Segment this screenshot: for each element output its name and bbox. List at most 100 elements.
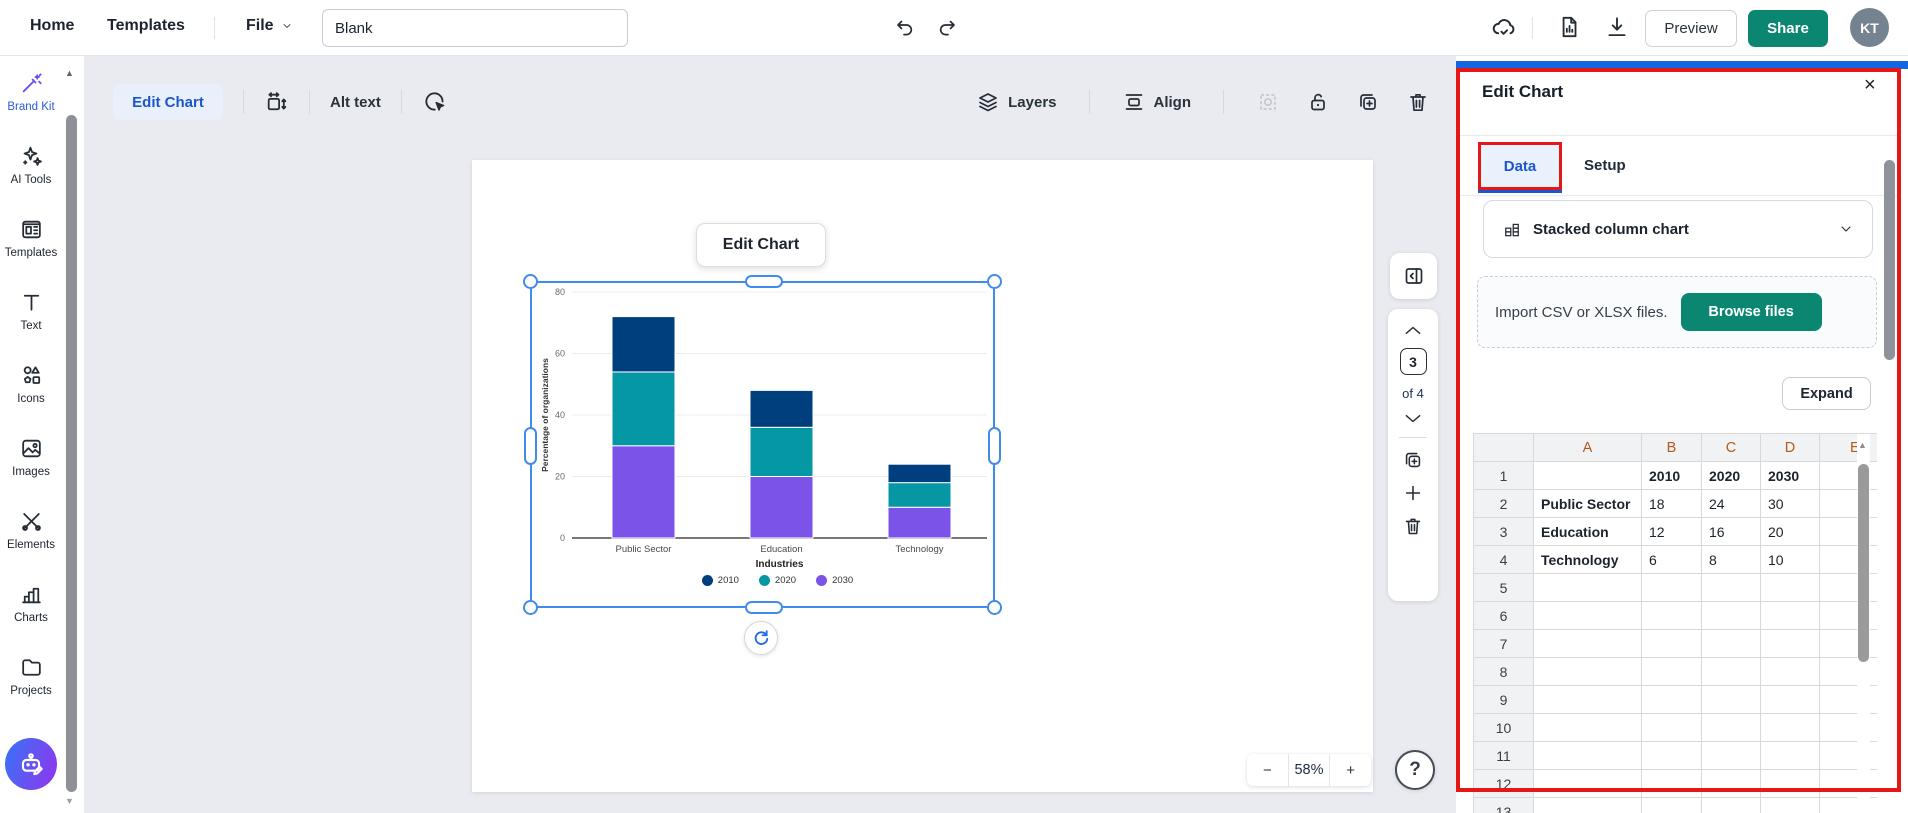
cloud-sync-button[interactable]: [1490, 14, 1518, 42]
sheet-cell[interactable]: [1534, 742, 1642, 770]
sheet-cell[interactable]: [1761, 770, 1820, 798]
sheet-cell[interactable]: [1642, 798, 1702, 813]
stacked-column-chart[interactable]: 020406080Public SectorEducationTechnolog…: [532, 283, 997, 610]
sheet-cell[interactable]: [1761, 798, 1820, 813]
sidebar-item-charts[interactable]: Charts: [0, 567, 62, 640]
sheet-cell[interactable]: [1534, 658, 1642, 686]
sheet-cell[interactable]: 20: [1761, 518, 1820, 546]
scroll-up-arrow[interactable]: ▲: [65, 68, 74, 78]
ai-assistant-button[interactable]: [5, 738, 57, 790]
sheet-cell[interactable]: [1702, 658, 1761, 686]
sheet-cell[interactable]: [1761, 602, 1820, 630]
page-up-button[interactable]: [1403, 323, 1423, 337]
sidebar-item-ai-tools[interactable]: AI Tools: [0, 129, 62, 202]
sheet-cell[interactable]: [1534, 574, 1642, 602]
sheet-cell[interactable]: [1534, 630, 1642, 658]
panel-scrollbar[interactable]: [1884, 160, 1895, 360]
user-avatar[interactable]: KT: [1850, 8, 1889, 47]
sheet-cell[interactable]: 2030: [1761, 462, 1820, 490]
templates-link[interactable]: Templates: [107, 17, 185, 35]
sheet-cell[interactable]: [1702, 630, 1761, 658]
expand-table-button[interactable]: Expand: [1782, 377, 1871, 410]
resize-button[interactable]: [264, 90, 289, 115]
sheet-cell[interactable]: [1761, 630, 1820, 658]
sheet-cell[interactable]: [1761, 714, 1820, 742]
tab-data[interactable]: Data: [1478, 142, 1562, 190]
rotate-button[interactable]: [744, 621, 778, 655]
row-header[interactable]: 4: [1474, 546, 1534, 574]
close-panel-button[interactable]: ×: [1864, 74, 1876, 97]
row-header[interactable]: 11: [1474, 742, 1534, 770]
add-page-button[interactable]: [1402, 482, 1424, 504]
current-page-box[interactable]: 3: [1400, 348, 1427, 375]
row-header[interactable]: 3: [1474, 518, 1534, 546]
delete-button[interactable]: [1406, 90, 1430, 114]
row-header[interactable]: 2: [1474, 490, 1534, 518]
table-scrollbar[interactable]: ▲: [1857, 433, 1870, 813]
resize-handle-sw[interactable]: [523, 600, 538, 615]
sidebar-item-templates[interactable]: Templates: [0, 202, 62, 275]
sheet-cell[interactable]: [1761, 658, 1820, 686]
zoom-out-button[interactable]: −: [1247, 754, 1289, 786]
sidebar-item-brand-kit[interactable]: Brand Kit: [0, 56, 62, 129]
resize-handle-e[interactable]: [988, 427, 1001, 465]
sidebar-item-text[interactable]: Text: [0, 275, 62, 348]
sidebar-item-images[interactable]: Images: [0, 421, 62, 494]
row-header[interactable]: 5: [1474, 574, 1534, 602]
sheet-cell[interactable]: 18: [1642, 490, 1702, 518]
download-button[interactable]: [1604, 14, 1630, 40]
interaction-button[interactable]: [422, 89, 448, 115]
doc-report-button[interactable]: [1556, 14, 1582, 40]
sheet-cell[interactable]: 2020: [1702, 462, 1761, 490]
sheet-cell[interactable]: [1642, 770, 1702, 798]
delete-page-button[interactable]: [1402, 515, 1424, 537]
sheet-cell[interactable]: [1642, 630, 1702, 658]
edit-chart-toolbar-button[interactable]: Edit Chart: [113, 84, 223, 120]
sheet-cell[interactable]: [1761, 742, 1820, 770]
sheet-cell[interactable]: [1702, 602, 1761, 630]
sheet-cell[interactable]: 8: [1702, 546, 1761, 574]
sheet-cell[interactable]: [1702, 714, 1761, 742]
redo-button[interactable]: [935, 15, 963, 41]
scroll-down-arrow[interactable]: ▼: [65, 796, 74, 806]
document-title-input[interactable]: [322, 9, 628, 47]
sheet-cell[interactable]: [1642, 714, 1702, 742]
file-menu[interactable]: File: [246, 17, 293, 35]
sheet-cell[interactable]: 6: [1642, 546, 1702, 574]
duplicate-page-button[interactable]: [1402, 449, 1424, 471]
resize-handle-s[interactable]: [745, 601, 783, 614]
sheet-cell[interactable]: 16: [1702, 518, 1761, 546]
sidebar-scrollbar[interactable]: [66, 115, 77, 792]
row-header[interactable]: 12: [1474, 770, 1534, 798]
data-spreadsheet[interactable]: ABCDE12010202020302Public Sector1824303E…: [1473, 433, 1877, 813]
row-header[interactable]: 9: [1474, 686, 1534, 714]
share-button[interactable]: Share: [1748, 10, 1828, 47]
sheet-cell[interactable]: [1534, 686, 1642, 714]
alt-text-button[interactable]: Alt text: [330, 94, 381, 111]
page-down-button[interactable]: [1403, 412, 1423, 426]
sheet-cell[interactable]: [1534, 770, 1642, 798]
table-scroll-up-arrow[interactable]: ▲: [1858, 440, 1867, 450]
sheet-cell[interactable]: [1642, 658, 1702, 686]
table-scrollbar-thumb[interactable]: [1858, 464, 1869, 662]
sheet-cell[interactable]: [1702, 798, 1761, 813]
sheet-cell[interactable]: [1534, 798, 1642, 813]
resize-handle-nw[interactable]: [523, 274, 538, 289]
sheet-cell[interactable]: [1702, 742, 1761, 770]
resize-handle-ne[interactable]: [987, 274, 1002, 289]
sheet-cell[interactable]: 30: [1761, 490, 1820, 518]
sheet-cell[interactable]: [1534, 714, 1642, 742]
sheet-cell[interactable]: [1642, 742, 1702, 770]
sheet-cell[interactable]: [1642, 602, 1702, 630]
column-header-D[interactable]: D: [1761, 434, 1820, 462]
preview-button[interactable]: Preview: [1645, 10, 1737, 47]
sheet-cell[interactable]: [1761, 686, 1820, 714]
chart-selection-frame[interactable]: 020406080Public SectorEducationTechnolog…: [530, 281, 995, 608]
sidebar-item-icons[interactable]: Icons: [0, 348, 62, 421]
import-dropzone[interactable]: Import CSV or XLSX files. Browse files: [1477, 276, 1877, 348]
lock-button[interactable]: [1306, 90, 1330, 114]
sidebar-item-projects[interactable]: Projects: [0, 640, 62, 713]
sheet-cell[interactable]: [1642, 686, 1702, 714]
row-header[interactable]: 1: [1474, 462, 1534, 490]
resize-handle-se[interactable]: [987, 600, 1002, 615]
